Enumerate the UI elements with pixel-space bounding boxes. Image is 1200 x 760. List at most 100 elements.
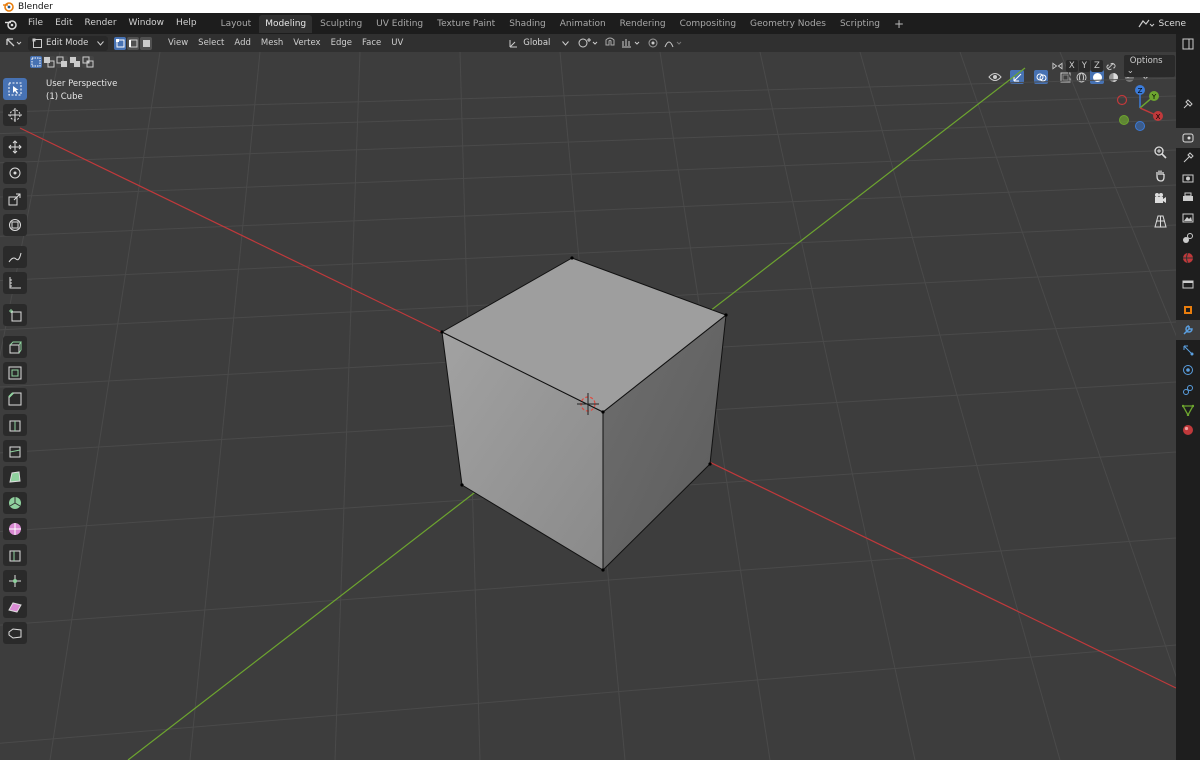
annotate-tool[interactable] [3, 246, 27, 268]
cursor-tool[interactable] [3, 104, 27, 126]
extrude-tool[interactable] [3, 336, 27, 358]
poly-build-tool[interactable] [3, 466, 27, 488]
pan-button[interactable] [1150, 165, 1170, 185]
3d-viewport[interactable]: User Perspective (1) Cube Z Y X X Y Z Op… [0, 52, 1176, 760]
editor-type-button[interactable] [4, 35, 24, 51]
tab-modifiers[interactable] [1176, 320, 1200, 340]
select-box-tool[interactable] [3, 78, 27, 100]
orientation-icon [509, 39, 518, 47]
tab-object[interactable] [1176, 300, 1200, 320]
measure-tool[interactable] [3, 272, 27, 294]
tab-view-layer[interactable] [1176, 208, 1200, 228]
menu-select[interactable]: Select [193, 38, 229, 48]
transform-icon [9, 219, 21, 231]
tab-data[interactable] [1176, 400, 1200, 420]
menu-window[interactable]: Window [123, 13, 171, 34]
smooth-tool[interactable] [3, 518, 27, 540]
mirror-icon [1052, 61, 1063, 70]
add-workspace-button[interactable]: + [888, 15, 910, 33]
shear-tool[interactable] [3, 596, 27, 618]
pivot-point-dropdown[interactable] [577, 35, 599, 51]
tab-sculpting[interactable]: Sculpting [314, 15, 368, 33]
tab-constraints[interactable] [1176, 380, 1200, 400]
rotate-tool[interactable] [3, 162, 27, 184]
menu-face[interactable]: Face [357, 38, 386, 48]
menu-mesh[interactable]: Mesh [256, 38, 288, 48]
menu-view[interactable]: View [163, 38, 193, 48]
transform-orientation-dropdown[interactable]: Global [508, 35, 573, 51]
menu-help[interactable]: Help [170, 13, 203, 34]
falloff-icon [664, 41, 682, 48]
add-cube-tool[interactable] [3, 304, 27, 326]
cube-object[interactable] [440, 256, 728, 572]
knife-tool[interactable] [3, 440, 27, 462]
perspective-grid-icon [1153, 215, 1167, 227]
proportional-editing-toggle[interactable] [647, 35, 659, 51]
blender-menu-icon[interactable] [0, 13, 22, 34]
tab-collection[interactable] [1176, 274, 1200, 294]
menu-edit[interactable]: Edit [49, 13, 78, 34]
options-dropdown[interactable]: Options ⌄ [1123, 55, 1175, 77]
mirror-z-toggle[interactable]: Z [1090, 60, 1103, 72]
bevel-icon [8, 392, 22, 406]
tab-tool-settings[interactable] [1176, 34, 1200, 54]
falloff-dropdown[interactable] [663, 35, 685, 51]
tab-compositing[interactable]: Compositing [674, 15, 742, 33]
tab-render[interactable] [1176, 168, 1200, 188]
inset-tool[interactable] [3, 362, 27, 384]
scene-selector[interactable]: Scene [1137, 13, 1200, 34]
menu-edge[interactable]: Edge [326, 38, 357, 48]
loop-cut-tool[interactable] [3, 414, 27, 436]
tab-uv-editing[interactable]: UV Editing [370, 15, 429, 33]
tab-scene[interactable] [1176, 228, 1200, 248]
tab-scripting[interactable]: Scripting [834, 15, 886, 33]
menu-add[interactable]: Add [229, 38, 255, 48]
tab-animation[interactable]: Animation [554, 15, 612, 33]
tab-texture-paint[interactable]: Texture Paint [431, 15, 501, 33]
scene-props-icon [1183, 233, 1193, 243]
perspective-toggle-button[interactable] [1150, 211, 1170, 231]
tab-tool[interactable] [1176, 148, 1200, 168]
tab-physics[interactable] [1176, 360, 1200, 380]
tab-world[interactable] [1176, 248, 1200, 268]
move-tool[interactable] [3, 136, 27, 158]
navigation-gizmo[interactable]: Z Y X [1114, 82, 1166, 134]
shrink-fatten-tool[interactable] [3, 570, 27, 592]
scale-tool[interactable] [3, 188, 27, 210]
select-invert-button[interactable] [69, 56, 81, 68]
bevel-tool[interactable] [3, 388, 27, 410]
vertex-select-button[interactable] [114, 36, 126, 50]
tab-material[interactable] [1176, 420, 1200, 440]
select-extend-button[interactable] [43, 56, 55, 68]
mirror-x-toggle[interactable]: X [1065, 60, 1078, 72]
menu-file[interactable]: File [22, 13, 49, 34]
edge-select-button[interactable] [127, 36, 139, 50]
edge-slide-tool[interactable] [3, 544, 27, 566]
spin-tool[interactable] [3, 492, 27, 514]
mode-dropdown[interactable]: Edit Mode [28, 35, 108, 51]
rip-tool[interactable] [3, 622, 27, 644]
menu-render[interactable]: Render [79, 13, 123, 34]
face-select-button[interactable] [140, 36, 152, 50]
select-new-button[interactable] [30, 56, 42, 68]
menu-uv[interactable]: UV [386, 38, 408, 48]
tab-particles[interactable] [1176, 340, 1200, 360]
mirror-y-toggle[interactable]: Y [1078, 60, 1090, 72]
zoom-button[interactable] [1150, 142, 1170, 162]
tab-rendering[interactable]: Rendering [614, 15, 672, 33]
select-intersect-button[interactable] [82, 56, 94, 68]
menu-vertex[interactable]: Vertex [288, 38, 325, 48]
tab-output[interactable] [1176, 188, 1200, 208]
snap-target-dropdown[interactable] [621, 35, 643, 51]
select-subtract-button[interactable] [56, 56, 68, 68]
transform-tool[interactable] [3, 214, 27, 236]
snap-toggle[interactable] [603, 35, 617, 51]
tab-properties-header[interactable] [1176, 128, 1200, 148]
tab-layout[interactable]: Layout [215, 15, 258, 33]
camera-view-button[interactable] [1150, 188, 1170, 208]
orientation-label: Global [523, 38, 551, 48]
tab-object-tools[interactable] [1176, 94, 1200, 114]
tab-modeling[interactable]: Modeling [259, 14, 313, 33]
tab-geometry-nodes[interactable]: Geometry Nodes [744, 15, 832, 33]
tab-shading[interactable]: Shading [503, 15, 552, 33]
